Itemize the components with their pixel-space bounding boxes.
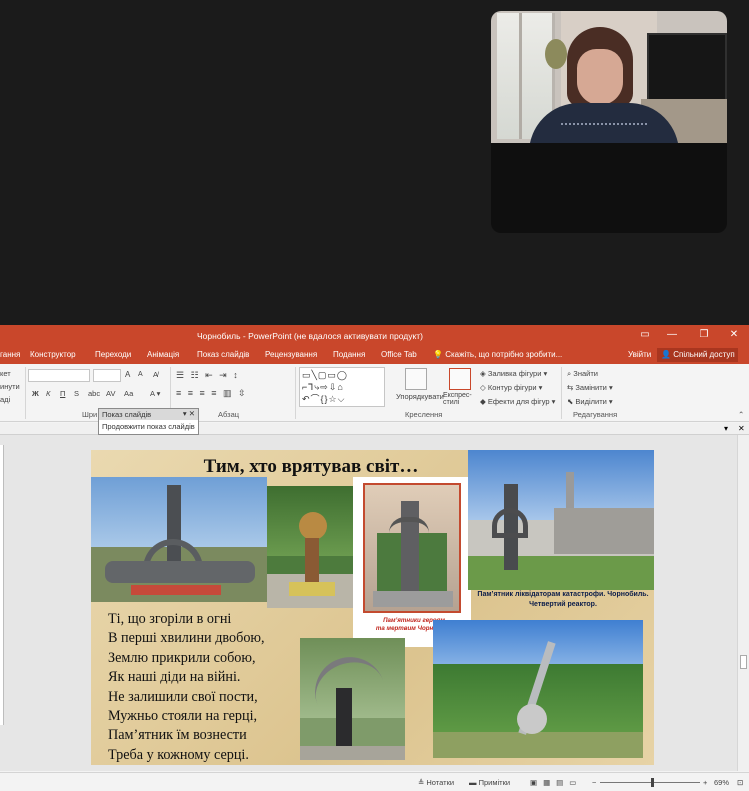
group-editing-label: Редагування [573,410,618,419]
zoom-slider-knob[interactable] [651,778,654,787]
memorial-photo-5 [300,638,405,760]
shrink-font-button[interactable]: A [138,371,143,378]
minimize-icon[interactable]: — [665,329,679,341]
find-button[interactable]: ⌕ Знайти [567,369,598,379]
tell-me-search[interactable]: 💡 Скажіть, що потрібно зробити... [433,350,562,359]
fit-slide-icon[interactable]: ⊡ [737,778,743,787]
vertical-scrollbar[interactable] [737,435,749,771]
cut-button[interactable]: кет [0,369,11,378]
grow-font-button[interactable]: A [125,370,130,379]
tab-office-tab[interactable]: Office Tab [381,350,417,359]
change-case-button[interactable]: Аа [124,389,133,398]
tab-design[interactable]: Конструктор [30,350,76,359]
video-tile[interactable] [491,11,727,233]
zoom-out-icon[interactable]: − [592,778,596,787]
replace-icon: ⇆ [567,383,574,392]
close-icon[interactable]: ✕ [727,329,741,341]
arrange-button[interactable]: Упорядкувати [396,392,444,401]
group-paragraph-label: Абзац [218,410,240,419]
format-painter-button[interactable]: аді [0,395,10,404]
comments-button[interactable]: ▬ Примітки [469,778,510,787]
sign-in-link[interactable]: Увійти [628,350,651,359]
shape-fill-button[interactable]: ◈ Заливка фігури ▾ [480,369,547,378]
scrollbar-thumb[interactable] [740,655,747,669]
memorial-photo-6 [433,620,643,758]
poem-line: Пам’ятник їм вознести [108,727,247,744]
italic-button[interactable]: К [46,389,50,398]
shadow-button[interactable]: S [74,389,79,398]
lightbulb-icon: 💡 [433,350,443,359]
poem-line: Треба у кожному серці. [108,746,249,763]
tab-slideshow[interactable]: Показ слайдів [197,350,249,359]
bullets-icon[interactable]: ☰ ☷ ⇤ ⇥ ↕ [176,370,240,381]
replace-button[interactable]: ⇆ Замінити ▾ [567,383,613,392]
strikethrough-button[interactable]: abc [88,389,100,398]
shape-effects-button[interactable]: ◆ Ефекти для фігур ▾ [480,397,555,406]
copy-button[interactable]: инути [0,382,20,391]
quick-styles-button[interactable]: Експрес-стилі [443,392,481,406]
close-tab-icon[interactable]: ✕ [738,424,745,433]
poem-line: Не залишили свої пости, [108,688,258,705]
cursor-icon: ⬉ [567,397,574,406]
maximize-icon[interactable]: ❐ [697,329,711,341]
tab-transitions[interactable]: Переходи [95,350,131,359]
share-button[interactable]: 👤 Спільний доступ [657,348,738,362]
view-buttons[interactable]: ▣▦▤▭ [530,778,582,787]
shape-outline-button[interactable]: ◇ Контур фігури ▾ [480,383,542,392]
thumbnail-pane[interactable] [0,445,4,725]
search-icon: ⌕ [567,369,572,378]
zoom-in-icon[interactable]: + [703,778,707,787]
slide-canvas[interactable]: Тим, хто врятував світ… Пам’ятники та ме… [91,450,654,765]
dropdown-icon[interactable]: ▾ [724,424,728,433]
clear-format-icon[interactable]: A̸ [153,370,158,379]
status-bar: ≜ Нотатки ▬ Примітки ▣▦▤▭ − + 69% ⊡ [0,772,749,791]
slideshow-popup: Показ слайдів ▾ ✕ Продовжити показ слайд… [98,408,199,435]
slide-title: Тим, хто врятував світ… [203,456,419,477]
poem-line: В перші хвилини двобою, [108,630,265,647]
zoom-slider[interactable] [600,782,700,783]
quick-styles-icon[interactable] [449,368,471,390]
screen: Чорнобиль - PowerPoint (не вдалося актив… [0,0,749,791]
shapes-gallery[interactable]: ▭╲▢▭◯ ⌐⅂⤷⇨⇩⌂ ↶⌒{}☆⌵ [299,367,385,407]
window-title: Чорнобиль - PowerPoint (не вдалося актив… [197,331,423,341]
spacing-icon[interactable]: AV [106,389,115,398]
group-font-label: Шри [82,410,98,419]
poem-line: Як наші діди на війні. [108,669,241,686]
title-bar: Чорнобиль - PowerPoint (не вдалося актив… [0,325,749,346]
caption-right: Пам’ятник ліквідаторам катастрофи. Чорно… [477,591,649,608]
arrange-icon[interactable] [405,368,427,390]
popup-close-icon[interactable]: ▾ ✕ [183,409,195,418]
continue-slideshow-item[interactable]: Продовжити показ слайдів [99,420,198,433]
poem-text: Ті, що згоріли в огні В перші хвилини дв… [108,610,265,765]
poem-line: Ті, що згоріли в огні [108,611,232,627]
collapse-ribbon-icon[interactable]: ⌃ [738,410,744,419]
font-family-select[interactable] [28,369,90,382]
tab-view[interactable]: Подання [333,350,365,359]
person-icon: 👤 [661,350,671,359]
ribbon-tabs: гання Конструктор Переходи Анімація Пока… [0,346,749,364]
restore-icon[interactable]: ▭ [638,329,652,341]
tab-insert[interactable]: гання [0,350,20,359]
poem-line: Мужньо стояли на герці, [108,708,258,725]
bold-button[interactable]: Ж [32,389,39,398]
align-icon[interactable]: ≡ ≡ ≡ ≡ ▥ ⇳ [176,388,248,399]
font-color-icon[interactable]: A ▾ [150,389,160,398]
participant-camera-feed [491,11,727,143]
notes-button[interactable]: ≜ Нотатки [418,778,454,787]
tab-review[interactable]: Рецензування [265,350,317,359]
popup-header: Показ слайдів ▾ ✕ [99,409,198,420]
select-button[interactable]: ⬉ Виділити ▾ [567,397,613,406]
font-size-select[interactable] [93,369,121,382]
chernobyl-reactor-photo [468,450,654,590]
tab-animations[interactable]: Анімація [147,350,179,359]
memorial-photo-1 [91,477,267,602]
underline-button[interactable]: П [60,389,65,398]
poem-line: Землю прикрили собою, [108,649,256,666]
group-drawing-label: Креслення [405,410,443,419]
memorial-photo-2 [267,486,355,608]
zoom-level[interactable]: 69% [714,778,729,787]
